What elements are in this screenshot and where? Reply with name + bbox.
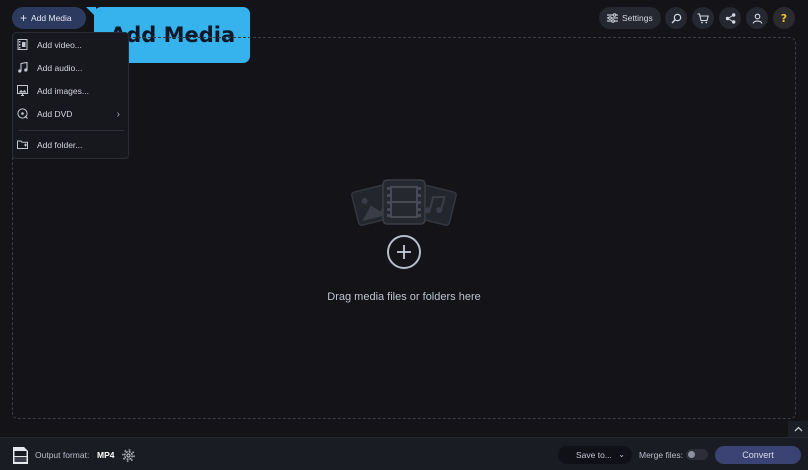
convert-label: Convert — [742, 450, 774, 460]
cart-button[interactable] — [692, 7, 714, 29]
mp4-file-icon — [13, 447, 28, 464]
submenu-arrow-icon: › — [116, 108, 120, 120]
menu-item-add-folder[interactable]: Add folder... — [13, 135, 130, 155]
bottom-bar: Output format: MP4 Save to... ⌄ Merge fi… — [0, 437, 808, 470]
menu-item-add-dvd[interactable]: Add DVD › — [13, 104, 130, 124]
add-files-button[interactable] — [387, 235, 421, 269]
dvd-icon — [17, 108, 28, 119]
menu-item-add-video[interactable]: Add video... — [13, 35, 130, 55]
add-media-button[interactable]: + Add Media — [12, 7, 86, 29]
menu-item-label: Add audio... — [37, 63, 83, 73]
gear-icon — [121, 448, 135, 462]
merge-files-toggle[interactable] — [686, 449, 708, 460]
video-file-icon — [17, 39, 28, 50]
svg-text:?: ? — [781, 12, 787, 25]
settings-button[interactable]: Settings — [599, 7, 661, 29]
settings-label: Settings — [622, 13, 653, 23]
cart-icon — [697, 12, 709, 23]
music-note-icon — [18, 62, 28, 73]
menu-item-label: Add folder... — [37, 140, 83, 150]
toggle-knob — [688, 451, 695, 458]
format-settings-button[interactable] — [119, 446, 137, 464]
drop-hint-text: Drag media files or folders here — [327, 291, 481, 303]
output-format-label: Output format: — [35, 450, 90, 460]
save-to-label: Save to... — [576, 450, 612, 460]
menu-item-label: Add video... — [37, 40, 82, 50]
plus-icon — [397, 245, 411, 259]
account-button[interactable] — [746, 7, 768, 29]
folder-icon — [17, 140, 28, 149]
video-converter-window: + Add Media Add Media Settings ? Drag me… — [0, 0, 808, 470]
plus-icon: + — [20, 10, 28, 25]
convert-button[interactable]: Convert — [715, 446, 801, 464]
search-icon — [671, 13, 681, 23]
share-button[interactable] — [719, 7, 741, 29]
menu-item-add-audio[interactable]: Add audio... — [13, 58, 130, 78]
add-media-menu: Add video... Add audio... Add images... — [12, 32, 129, 159]
merge-files-label: Merge files: — [639, 450, 683, 460]
image-icon — [17, 85, 28, 96]
help-icon: ? — [781, 12, 787, 25]
save-to-dropdown[interactable]: Save to... ⌄ — [558, 446, 632, 464]
help-button[interactable]: ? — [773, 7, 795, 29]
menu-item-label: Add images... — [37, 86, 89, 96]
share-icon — [725, 12, 735, 24]
add-media-label: Add Media — [31, 13, 72, 23]
menu-divider — [19, 130, 124, 131]
menu-item-add-images[interactable]: Add images... — [13, 81, 130, 101]
scroll-up-button[interactable] — [788, 421, 808, 437]
account-icon — [752, 13, 762, 24]
sliders-icon — [607, 13, 618, 23]
menu-item-label: Add DVD — [37, 109, 73, 119]
output-format-value[interactable]: MP4 — [97, 450, 114, 460]
media-types-illustration — [351, 179, 457, 226]
chevron-up-icon — [794, 426, 802, 432]
chevron-down-icon: ⌄ — [618, 450, 625, 459]
search-button[interactable] — [665, 7, 687, 29]
